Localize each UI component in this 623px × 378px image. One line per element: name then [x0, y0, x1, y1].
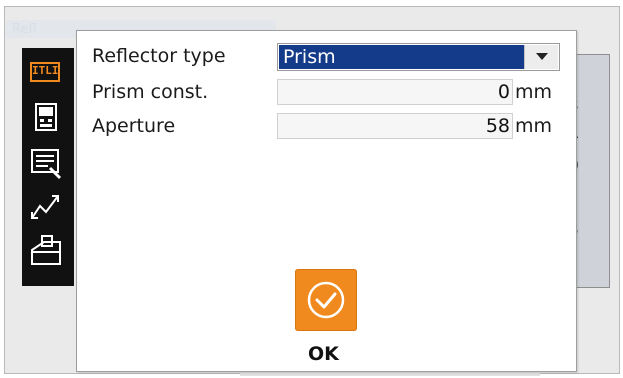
ok-label: OK	[308, 343, 339, 365]
printer-icon[interactable]	[26, 234, 66, 268]
aperture-label: Aperture	[92, 115, 176, 137]
ok-button[interactable]	[295, 269, 357, 331]
checkmark-icon	[307, 281, 345, 319]
aperture-unit: mm	[515, 115, 553, 137]
reflector-type-value: Prism	[279, 45, 524, 69]
reflector-settings-icon-label: ITLI	[32, 64, 59, 77]
reflector-type-select[interactable]: Prism	[277, 43, 560, 71]
aperture-field[interactable]: 58	[277, 113, 513, 139]
reflector-settings-icon[interactable]: ITLI	[26, 56, 66, 90]
data-list-icon[interactable]	[26, 146, 66, 180]
prism-const-field[interactable]: 0	[277, 79, 513, 105]
prism-const-unit: mm	[515, 81, 553, 103]
reflector-settings-dialog: Reflector type Prism Prism const. 0 mm A…	[76, 30, 577, 372]
background-title: Refl	[12, 22, 37, 37]
dropdown-button[interactable]	[524, 45, 558, 69]
chevron-down-icon	[536, 53, 548, 60]
prism-const-label: Prism const.	[92, 81, 209, 103]
measure-chart-icon[interactable]	[26, 190, 66, 224]
reflector-type-label: Reflector type	[92, 45, 226, 67]
instrument-icon[interactable]	[26, 100, 66, 134]
